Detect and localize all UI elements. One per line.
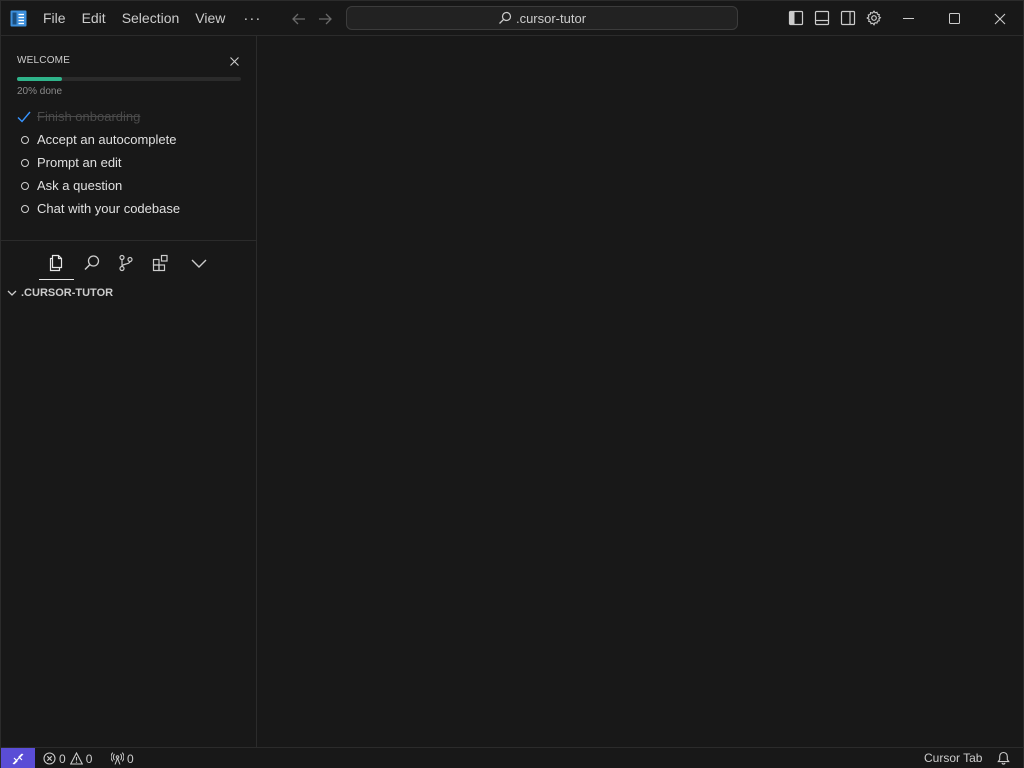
- welcome-panel: WELCOME 20% done Finish onboarding Accep…: [1, 36, 256, 241]
- editor-area[interactable]: [257, 36, 1023, 747]
- minimize-button[interactable]: [885, 1, 931, 36]
- search-label: .cursor-tutor: [515, 10, 587, 26]
- task-label: Accept an autocomplete: [37, 132, 177, 147]
- onboarding-task-list: Finish onboarding Accept an autocomplete…: [17, 105, 180, 220]
- status-bar: 0 0 0 Cursor Tab: [1, 747, 1023, 768]
- broadcast-icon: [111, 752, 124, 765]
- maximize-icon: [948, 13, 960, 24]
- task-finish-onboarding[interactable]: Finish onboarding: [17, 105, 180, 128]
- remote-indicator-button[interactable]: [1, 748, 35, 768]
- warning-icon: [69, 752, 83, 765]
- ports-count: 0: [127, 751, 134, 766]
- explorer-folder-title: .CURSOR-TUTOR: [21, 287, 114, 299]
- progress-label: 20% done: [17, 86, 63, 97]
- error-count: 0: [59, 751, 66, 766]
- arrow-right-icon[interactable]: [316, 10, 334, 28]
- menu-selection[interactable]: Selection: [114, 1, 188, 36]
- task-label: Finish onboarding: [37, 109, 141, 124]
- menu-view[interactable]: View: [187, 1, 233, 36]
- task-label: Chat with your codebase: [37, 201, 181, 216]
- arrow-left-icon[interactable]: [290, 10, 308, 28]
- problems-indicator[interactable]: 0 0: [43, 748, 96, 768]
- toggle-panel-icon[interactable]: [814, 10, 830, 26]
- welcome-title: WELCOME: [17, 55, 71, 66]
- warning-count: 0: [85, 751, 93, 766]
- cursor-tab-status[interactable]: Cursor Tab: [924, 751, 982, 765]
- circle-outline-icon: [21, 135, 29, 144]
- toggle-secondary-sidebar-icon[interactable]: [840, 10, 856, 26]
- cursor-logo-icon: [10, 10, 27, 27]
- activity-bar: [1, 249, 256, 281]
- onboarding-progress-fill: [17, 77, 62, 81]
- close-icon[interactable]: [229, 56, 240, 67]
- circle-outline-icon: [21, 204, 29, 213]
- bell-icon[interactable]: [997, 751, 1010, 765]
- menu-bar: File Edit Selection View ···: [35, 1, 271, 36]
- title-bar: File Edit Selection View ··· .cursor-tut…: [1, 1, 1023, 36]
- task-label: Prompt an edit: [37, 155, 122, 170]
- chevron-down-icon: [7, 290, 17, 296]
- chevron-down-icon[interactable]: [189, 253, 209, 273]
- active-view-indicator: [39, 279, 74, 280]
- extensions-icon[interactable]: [151, 253, 171, 273]
- ports-indicator[interactable]: 0: [111, 748, 138, 768]
- close-window-button[interactable]: [977, 1, 1023, 36]
- task-prompt-edit[interactable]: Prompt an edit: [17, 151, 180, 174]
- remote-icon: [12, 753, 24, 764]
- app-window: File Edit Selection View ··· .cursor-tut…: [0, 0, 1024, 768]
- gear-icon[interactable]: [866, 10, 882, 26]
- task-ask-question[interactable]: Ask a question: [17, 174, 180, 197]
- toggle-primary-sidebar-icon[interactable]: [788, 10, 804, 26]
- close-icon: [994, 13, 1006, 24]
- sidebar: WELCOME 20% done Finish onboarding Accep…: [1, 36, 257, 747]
- onboarding-progress-bar: [17, 77, 241, 81]
- task-label: Ask a question: [37, 178, 123, 193]
- circle-outline-icon: [21, 158, 29, 167]
- menu-file[interactable]: File: [35, 1, 74, 36]
- check-icon: [17, 111, 31, 123]
- command-center-search[interactable]: .cursor-tutor: [346, 6, 738, 30]
- minimize-icon: [902, 18, 914, 19]
- maximize-button[interactable]: [931, 1, 977, 36]
- menu-edit[interactable]: Edit: [74, 1, 114, 36]
- source-control-icon[interactable]: [116, 253, 136, 273]
- menu-more-button[interactable]: ···: [233, 2, 271, 35]
- circle-outline-icon: [21, 181, 29, 190]
- explorer-folder-header[interactable]: .CURSOR-TUTOR: [1, 283, 256, 303]
- files-icon[interactable]: [46, 253, 66, 273]
- error-icon: [43, 752, 56, 765]
- search-icon: [498, 11, 512, 24]
- task-accept-autocomplete[interactable]: Accept an autocomplete: [17, 128, 180, 151]
- search-view-icon[interactable]: [82, 253, 102, 273]
- task-chat-codebase[interactable]: Chat with your codebase: [17, 197, 180, 220]
